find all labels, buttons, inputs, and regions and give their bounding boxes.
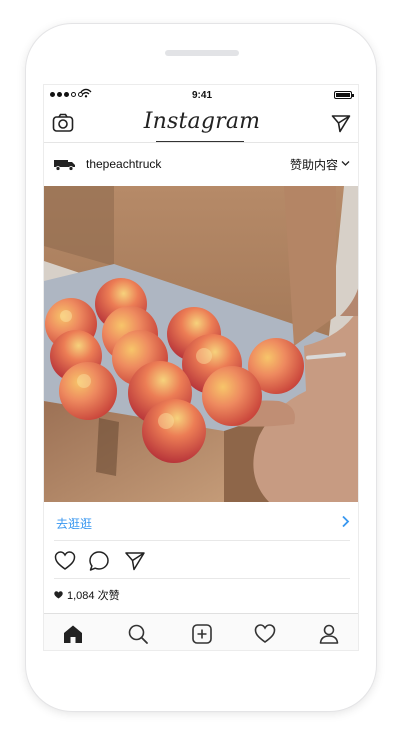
cta-label[interactable]: 去逛逛 <box>56 515 92 532</box>
post-image[interactable] <box>44 186 358 502</box>
status-bar: 9:41 <box>44 85 358 105</box>
phone-screen: 9:41 Instagram thepeachtruck 赞助内容 去逛逛 1,… <box>43 84 359 651</box>
divider <box>54 540 350 541</box>
sponsored-label[interactable]: 赞助内容 <box>290 156 338 173</box>
share-send-icon[interactable] <box>124 550 146 572</box>
post-header: thepeachtruck 赞助内容 <box>44 144 358 186</box>
home-icon[interactable] <box>62 623 84 645</box>
search-icon[interactable] <box>127 623 149 645</box>
likes-text[interactable]: 1,084 次赞 <box>67 587 120 603</box>
divider <box>54 578 350 579</box>
post-username[interactable]: thepeachtruck <box>86 157 161 171</box>
comment-icon[interactable] <box>88 550 110 572</box>
battery-icon <box>334 91 354 99</box>
small-heart-icon <box>54 591 63 599</box>
bottom-navigation <box>44 613 358 650</box>
shop-now-cta[interactable]: 去逛逛 <box>44 502 358 542</box>
post-actions <box>44 543 358 579</box>
activity-heart-icon[interactable] <box>254 623 276 645</box>
chevron-right-icon[interactable] <box>341 515 350 528</box>
add-post-icon[interactable] <box>191 623 213 645</box>
logo-underline <box>156 141 244 142</box>
profile-icon[interactable] <box>318 623 340 645</box>
chevron-down-icon[interactable] <box>341 160 350 167</box>
phone-speaker <box>165 50 239 56</box>
send-icon[interactable] <box>331 114 351 133</box>
top-app-bar: Instagram <box>44 105 358 143</box>
truck-icon[interactable] <box>54 159 76 171</box>
status-time: 9:41 <box>191 90 212 101</box>
likes-count[interactable]: 1,084 次赞 <box>54 587 120 603</box>
heart-icon[interactable] <box>54 550 76 572</box>
battery-fill <box>336 93 350 97</box>
instagram-logo: Instagram <box>143 109 261 134</box>
